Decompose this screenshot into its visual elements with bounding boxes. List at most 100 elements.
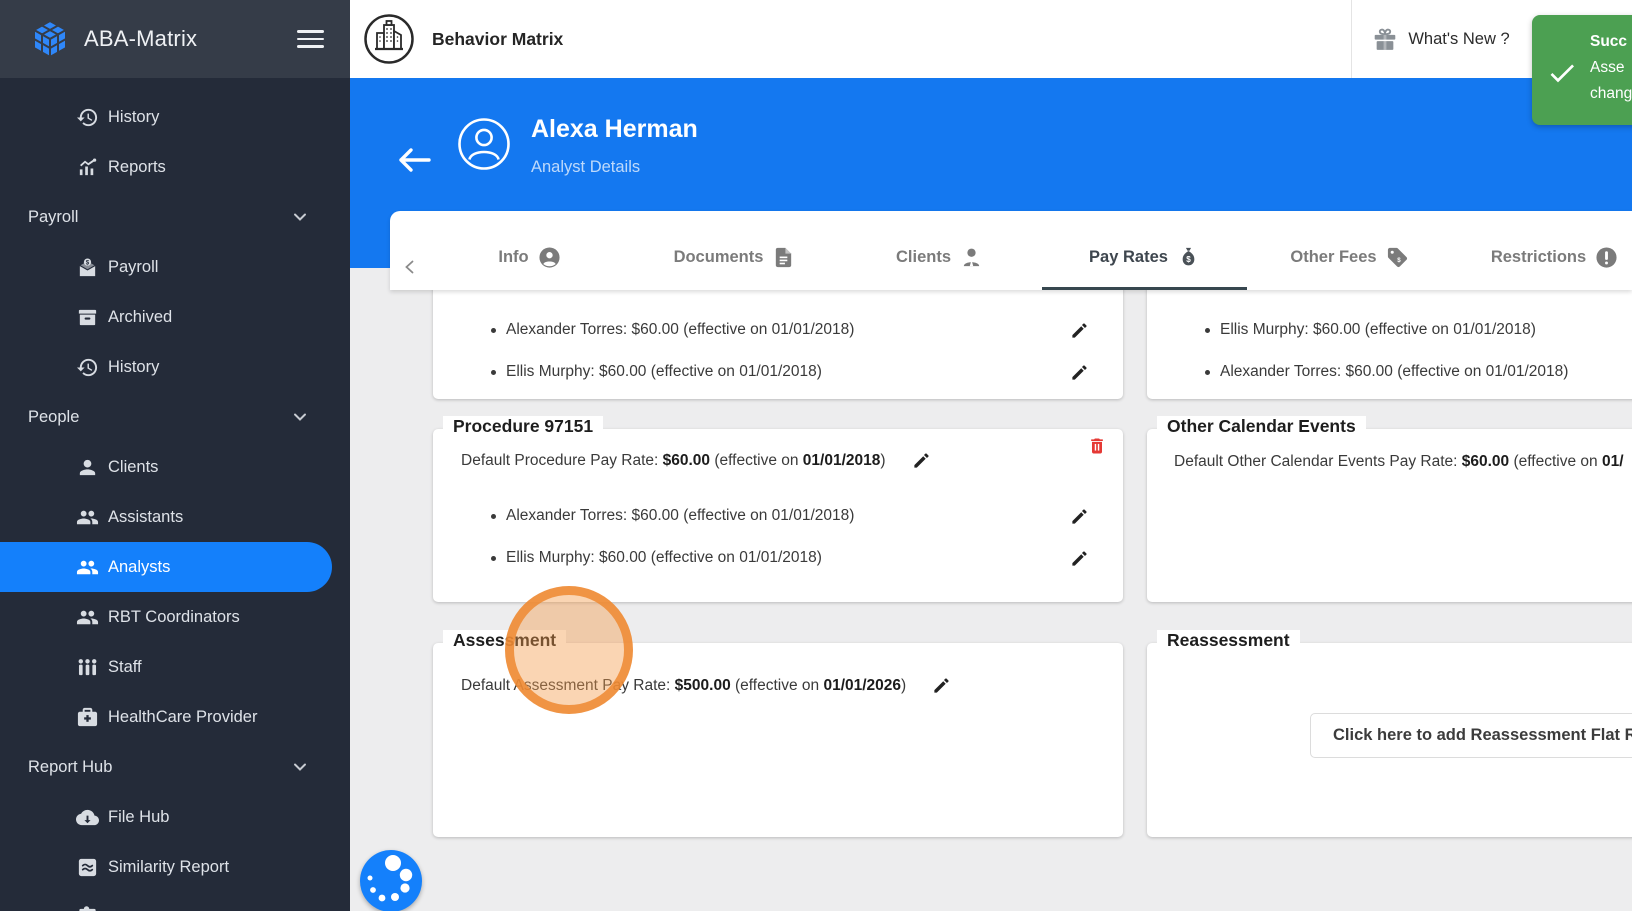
- people-icon: [74, 554, 100, 580]
- sidebar-item-label: RBT Coordinators: [108, 607, 240, 626]
- default-rate-value: $60.00: [1461, 453, 1510, 470]
- dots-circle-widget[interactable]: [360, 850, 422, 911]
- sidebar-item-file-hub[interactable]: File Hub: [0, 792, 350, 842]
- pay-rate-entries: Alexander Torres: $60.00 (effective on 0…: [490, 309, 1089, 393]
- sidebar-item-similarity-report[interactable]: Similarity Report: [0, 842, 350, 892]
- sidebar-item-staff[interactable]: Staff: [0, 642, 350, 692]
- sidebar-group-label: Payroll: [28, 207, 79, 226]
- tab-label: Documents: [673, 248, 764, 266]
- edit-pencil-icon[interactable]: [912, 451, 931, 470]
- pay-rate-entries: Alexander Torres: $60.00 (effective on 0…: [490, 495, 1089, 579]
- sidebar-group-report-hub[interactable]: Report Hub: [0, 742, 350, 792]
- payroll-icon: $: [74, 254, 100, 280]
- default-rate-value: $500.00: [674, 676, 731, 694]
- edit-pencil-icon[interactable]: [1070, 549, 1089, 568]
- people-icon: [74, 604, 100, 630]
- sidebar-item-reports[interactable]: Reports: [0, 142, 350, 192]
- page-subtitle: Analyst Details: [531, 158, 641, 176]
- toast-line-3: chang: [1590, 85, 1632, 102]
- clipboard-icon: [74, 904, 100, 911]
- sidebar-item-archived[interactable]: Archived: [0, 292, 350, 342]
- similarity-icon: [74, 854, 100, 880]
- assessment-card: Assessment Default Assessment Pay Rate: …: [433, 630, 1123, 837]
- tab-label: Other Fees: [1290, 248, 1377, 266]
- tab-label: Restrictions: [1490, 248, 1587, 266]
- default-rate-mid: (effective on: [1509, 453, 1602, 470]
- sidebar-item-payroll-history[interactable]: History: [0, 342, 350, 392]
- whats-new-label: What's New ?: [1408, 29, 1510, 48]
- edit-pencil-icon[interactable]: [1070, 321, 1089, 340]
- tab-documents[interactable]: Documents: [632, 211, 837, 290]
- entry-text: Alexander Torres: $60.00 (effective on 0…: [506, 507, 855, 524]
- dots-circle-icon: [367, 855, 413, 902]
- sidebar-item-label: Archived: [108, 307, 173, 326]
- default-rate-prefix: Default Procedure Pay Rate:: [461, 451, 663, 469]
- edit-pencil-icon[interactable]: [932, 676, 951, 695]
- pay-rate-entry: Ellis Murphy: $60.00 (effective on 01/01…: [490, 537, 1089, 579]
- brand-title: ABA-Matrix: [84, 26, 198, 51]
- app-title: Behavior Matrix: [432, 28, 564, 49]
- price-tag-icon: $: [1387, 247, 1407, 268]
- edit-pencil-icon[interactable]: [1070, 363, 1089, 382]
- entry-text: Alexander Torres: $60.00 (effective on 0…: [506, 321, 855, 338]
- default-rate-prefix: Default Other Calendar Events Pay Rate:: [1174, 453, 1462, 470]
- pay-rate-entry: Ellis Murphy: $60.00 (effective on 01/01…: [1204, 309, 1632, 351]
- edit-pencil-icon[interactable]: [1070, 507, 1089, 526]
- default-rate-prefix: Default Assessment Pay Rate:: [461, 676, 675, 694]
- tab-restrictions[interactable]: Restrictions: [1452, 211, 1632, 290]
- tab-label: Clients: [895, 248, 951, 266]
- trash-icon[interactable]: [1087, 436, 1107, 456]
- pay-rate-entry: Alexander Torres: $60.00 (effective on 0…: [1204, 351, 1632, 393]
- sidebar-item-history[interactable]: History: [0, 92, 350, 142]
- other-calendar-events-card: Other Calendar Events Default Other Cale…: [1147, 416, 1632, 602]
- sidebar-group-label: People: [28, 407, 80, 426]
- sidebar-item-label: Staff: [108, 657, 142, 676]
- sidebar-item-label: History: [108, 357, 160, 376]
- person-circle-icon: [539, 247, 560, 268]
- active-tab-underline: [1042, 287, 1247, 290]
- sidebar-item-healthcare-provider[interactable]: HealthCare Provider: [0, 692, 350, 742]
- cube-logo-icon: [33, 20, 67, 58]
- sidebar-item-payroll[interactable]: $ Payroll: [0, 242, 350, 292]
- card-title: Reassessment: [1157, 630, 1300, 651]
- sidebar-item-partial[interactable]: [0, 892, 350, 911]
- medical-bag-icon: [74, 704, 100, 730]
- default-rate-date: 01/: [1601, 453, 1624, 470]
- default-rate-line: Default Other Calendar Events Pay Rate: …: [1174, 453, 1624, 471]
- hamburger-menu-icon[interactable]: [297, 25, 324, 53]
- sidebar-item-clients[interactable]: Clients: [0, 442, 350, 492]
- tab-other-fees[interactable]: Other Fees $: [1247, 211, 1452, 290]
- sidebar-item-label: Analysts: [108, 557, 171, 576]
- sidebar-group-payroll[interactable]: Payroll: [0, 192, 350, 242]
- sidebar-item-analysts[interactable]: Analysts: [0, 542, 332, 592]
- money-bag-icon: $: [1182, 247, 1195, 266]
- person-icon: [74, 454, 100, 480]
- avatar-icon: [458, 118, 510, 170]
- building-logo-icon: [364, 14, 414, 64]
- default-rate-line: Default Assessment Pay Rate: $500.00 (ef…: [461, 676, 951, 695]
- sidebar-item-assistants[interactable]: Assistants: [0, 492, 350, 542]
- sidebar-group-people[interactable]: People: [0, 392, 350, 442]
- chevron-left-icon[interactable]: [402, 259, 418, 275]
- tabs: Info Documents Clients Pay Rates $ Other…: [427, 211, 1632, 290]
- sidebar-item-label: Payroll: [108, 257, 159, 276]
- sidebar-item-rbt-coordinators[interactable]: RBT Coordinators: [0, 592, 350, 642]
- whats-new-button[interactable]: What's New ?: [1351, 0, 1530, 78]
- card-title: Assessment: [443, 630, 567, 651]
- people-icon: [74, 504, 100, 530]
- back-arrow-icon[interactable]: [396, 146, 432, 174]
- procedure-97151-card: Procedure 97151 Default Procedure Pay Ra…: [433, 416, 1123, 602]
- tab-clients[interactable]: Clients: [837, 211, 1042, 290]
- check-icon: [1550, 64, 1574, 83]
- default-rate-date: 01/01/2018: [802, 451, 881, 469]
- sidebar-header: ABA-Matrix: [0, 0, 350, 78]
- staff-icon: [74, 654, 100, 680]
- chevron-down-icon: [294, 413, 306, 421]
- toast-line-1: Succ: [1590, 33, 1628, 50]
- tab-pay-rates[interactable]: Pay Rates $: [1042, 211, 1247, 290]
- tab-info[interactable]: Info: [427, 211, 632, 290]
- sidebar-item-label: History: [108, 107, 160, 126]
- add-reassessment-flat-rate-button[interactable]: Click here to add Reassessment Flat Ra: [1310, 713, 1632, 758]
- sidebar: ABA-Matrix History Reports Payroll $ Pay…: [0, 0, 350, 911]
- history-icon: [74, 354, 100, 380]
